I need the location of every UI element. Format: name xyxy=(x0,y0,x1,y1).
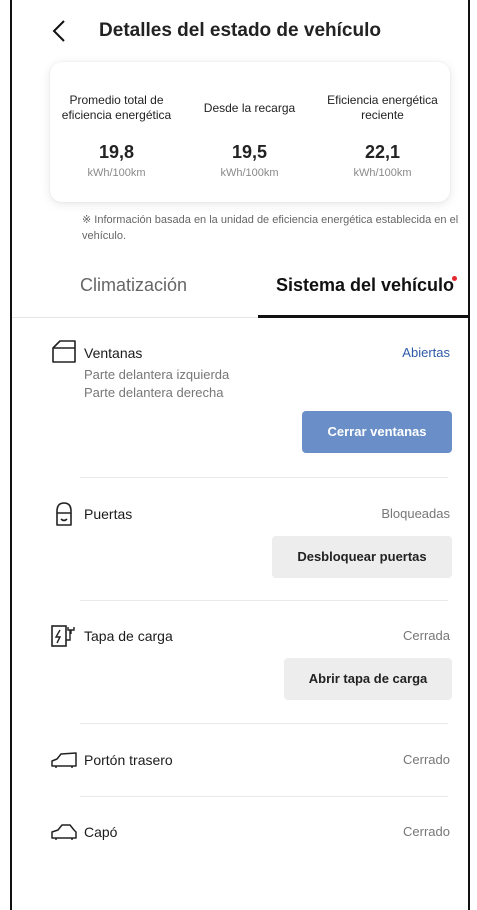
tailgate-row: Portón trasero Cerrado xyxy=(12,746,468,796)
active-tab-indicator xyxy=(258,315,468,318)
efficiency-value: 19,5 xyxy=(231,142,268,162)
app-screen: Detalles del estado de vehículo Promedio… xyxy=(10,0,470,910)
tab-climate[interactable]: Climatización xyxy=(80,262,260,318)
efficiency-card: Promedio total de eficiencia energética … xyxy=(50,62,450,202)
efficiency-unit: kWh/100km xyxy=(220,167,279,179)
tailgate-status: Cerrado xyxy=(403,752,450,767)
page-title: Detalles del estado de vehículo xyxy=(99,20,381,41)
efficiency-label: Eficiencia energética reciente xyxy=(327,93,438,122)
close-windows-button[interactable]: Cerrar ventanas xyxy=(302,411,452,453)
tab-vehicle-system[interactable]: Sistema del vehículo xyxy=(258,262,468,318)
window-icon xyxy=(52,340,76,363)
windows-title: Ventanas xyxy=(84,345,143,361)
windows-status: Abiertas xyxy=(402,345,450,360)
divider xyxy=(80,600,448,601)
charge-cap-status: Cerrada xyxy=(403,628,450,643)
tailgate-title: Portón trasero xyxy=(84,752,173,768)
header: Detalles del estado de vehículo xyxy=(12,0,468,62)
efficiency-since-recharge: Desde la recarga 19,5 kWh/100km xyxy=(183,62,316,202)
doors-status: Bloqueadas xyxy=(381,506,450,521)
windows-row: Ventanas Abiertas Parte delantera izquie… xyxy=(12,338,468,478)
divider xyxy=(80,796,448,797)
hood-status: Cerrado xyxy=(403,824,450,839)
open-charge-cap-button[interactable]: Abrir tapa de carga xyxy=(284,658,452,700)
divider xyxy=(80,723,448,724)
efficiency-unit: kWh/100km xyxy=(353,167,412,179)
doors-row: Puertas Bloqueadas Desbloquear puertas xyxy=(12,500,468,600)
efficiency-note: ※ Información basada en la unidad de efi… xyxy=(82,214,459,242)
efficiency-value: 19,8 xyxy=(98,142,135,162)
hood-title: Capó xyxy=(84,824,118,840)
hood-icon xyxy=(51,824,77,840)
unlock-doors-button[interactable]: Desbloquear puertas xyxy=(272,536,452,578)
notification-dot xyxy=(452,276,457,281)
tailgate-icon xyxy=(51,752,77,768)
efficiency-unit: kWh/100km xyxy=(87,167,146,179)
charge-cap-row: Tapa de carga Cerrada Abrir tapa de carg… xyxy=(12,622,468,722)
window-detail: Parte delantera izquierda xyxy=(84,367,230,382)
efficiency-label: Desde la recarga xyxy=(203,100,296,115)
charge-port-icon xyxy=(51,625,75,647)
charge-cap-title: Tapa de carga xyxy=(84,628,173,644)
window-detail: Parte delantera derecha xyxy=(84,385,224,400)
tab-bar: Climatización Sistema del vehículo xyxy=(12,262,468,318)
efficiency-value: 22,1 xyxy=(364,142,401,162)
efficiency-total-average: Promedio total de eficiencia energética … xyxy=(50,62,183,202)
divider xyxy=(80,477,448,478)
door-icon xyxy=(56,502,72,526)
efficiency-label: Promedio total de eficiencia energética xyxy=(61,93,172,122)
efficiency-recent: Eficiencia energética reciente 22,1 kWh/… xyxy=(316,62,449,202)
hood-row: Capó Cerrado xyxy=(12,818,468,868)
doors-title: Puertas xyxy=(84,506,133,522)
